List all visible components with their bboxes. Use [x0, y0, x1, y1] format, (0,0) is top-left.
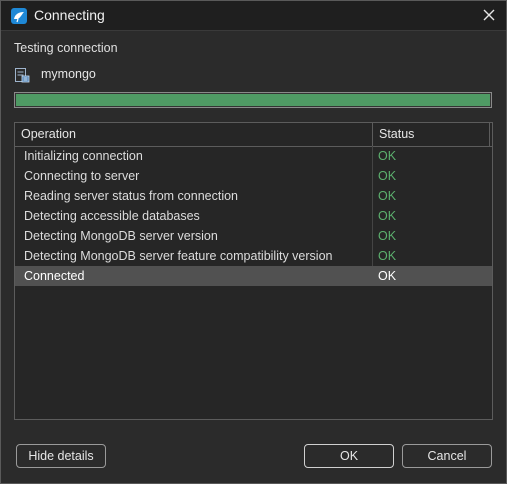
close-icon[interactable]	[481, 7, 497, 23]
column-header-operation[interactable]: Operation	[15, 123, 373, 146]
operation-cell: Reading server status from connection	[24, 189, 238, 203]
status-cell: OK	[378, 249, 397, 263]
operation-cell: Connected	[24, 269, 85, 283]
column-divider	[372, 146, 373, 166]
status-cell: OK	[378, 169, 397, 183]
column-divider	[372, 206, 373, 226]
status-cell: OK	[378, 229, 397, 243]
app-icon	[11, 8, 27, 24]
column-divider	[372, 246, 373, 266]
table-body: Initializing connection OK Connecting to s…	[15, 146, 492, 286]
cancel-button[interactable]: Cancel	[402, 444, 492, 468]
status-cell: OK	[378, 269, 397, 283]
connection-progress-bar	[14, 92, 492, 108]
table-row[interactable]: Reading server status from connection OK	[15, 186, 492, 206]
testing-connection-label: Testing connection	[14, 41, 118, 55]
operation-cell: Initializing connection	[24, 149, 143, 163]
operation-cell: Detecting MongoDB server feature compati…	[24, 249, 333, 263]
ok-button[interactable]: OK	[304, 444, 394, 468]
table-row[interactable]: Detecting MongoDB server version OK	[15, 226, 492, 246]
progress-fill	[16, 94, 490, 106]
status-cell: OK	[378, 149, 397, 163]
status-cell: OK	[378, 189, 397, 203]
server-document-icon	[14, 67, 30, 83]
window-title: Connecting	[34, 7, 105, 23]
table-row[interactable]: Detecting MongoDB server feature compati…	[15, 246, 492, 266]
column-divider	[372, 186, 373, 206]
operation-cell: Detecting MongoDB server version	[24, 229, 218, 243]
table-header: Operation Status	[15, 123, 492, 147]
table-row[interactable]: Detecting accessible databases OK	[15, 206, 492, 226]
column-divider	[372, 226, 373, 246]
table-row[interactable]: Initializing connection OK	[15, 146, 492, 166]
connecting-dialog: Connecting Testing connection mymongo Op…	[0, 0, 507, 484]
operation-cell: Detecting accessible databases	[24, 209, 200, 223]
hide-details-button[interactable]: Hide details	[16, 444, 106, 468]
title-bar: Connecting	[1, 1, 506, 31]
column-header-status[interactable]: Status	[373, 123, 490, 146]
table-row[interactable]: Connecting to server OK	[15, 166, 492, 186]
connection-name: mymongo	[41, 67, 96, 81]
table-row[interactable]: Connected OK	[15, 266, 492, 286]
operations-table: Operation Status Initializing connection…	[14, 122, 493, 420]
operation-cell: Connecting to server	[24, 169, 140, 183]
status-cell: OK	[378, 209, 397, 223]
column-divider	[372, 166, 373, 186]
